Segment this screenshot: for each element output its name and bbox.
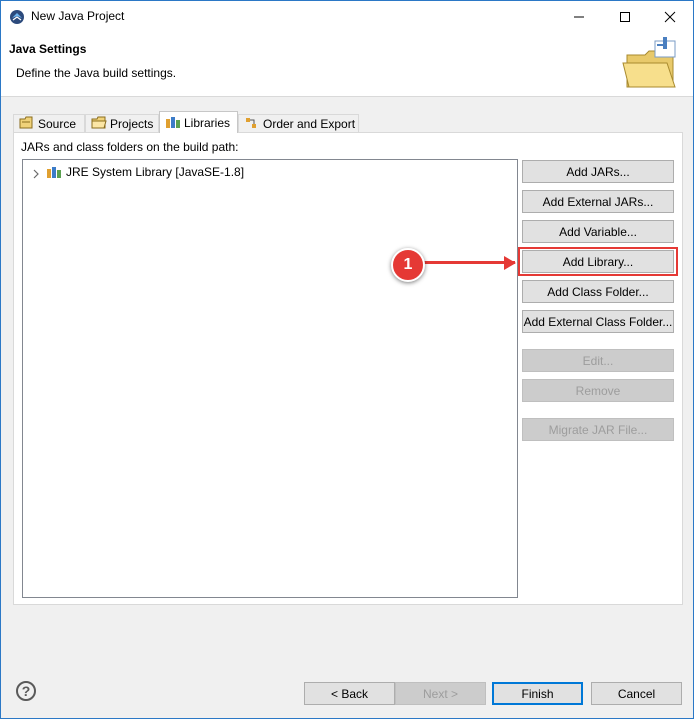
source-folder-icon — [19, 116, 35, 130]
page-description: Define the Java build settings. — [16, 66, 177, 80]
maximize-icon — [620, 12, 630, 22]
wizard-header: Java Settings Define the Java build sett… — [1, 32, 693, 97]
finish-button[interactable]: Finish — [492, 682, 583, 705]
add-class-folder-button[interactable]: Add Class Folder... — [522, 280, 674, 303]
add-external-jars-button[interactable]: Add External JARs... — [522, 190, 674, 213]
tab-order-and-export[interactable]: Order and Export — [238, 114, 359, 132]
tab-order-and-export-label: Order and Export — [263, 117, 356, 131]
tree-item-label: JRE System Library [JavaSE-1.8] — [66, 165, 245, 179]
tab-source-label: Source — [38, 117, 77, 131]
maximize-button[interactable] — [602, 1, 648, 31]
add-external-class-folder-button[interactable]: Add External Class Folder... — [522, 310, 674, 333]
tab-libraries-label: Libraries — [184, 116, 231, 130]
build-path-label: JARs and class folders on the build path… — [21, 140, 239, 154]
step-badge: 1 — [391, 248, 425, 282]
arrow-right-icon — [504, 256, 516, 270]
libraries-icon — [165, 115, 181, 129]
new-java-project-dialog: New Java Project Java Settings Define th… — [0, 0, 694, 719]
window-title: New Java Project — [31, 9, 125, 23]
minimize-button[interactable] — [556, 1, 602, 31]
page-title: Java Settings — [9, 42, 87, 56]
title-bar: New Java Project — [1, 1, 693, 32]
eclipse-icon — [9, 9, 25, 25]
tab-libraries[interactable]: Libraries — [159, 111, 238, 133]
help-icon[interactable]: ? — [16, 681, 36, 701]
tab-source[interactable]: Source — [13, 114, 85, 132]
edit-button[interactable]: Edit... — [522, 349, 674, 372]
cancel-button[interactable]: Cancel — [591, 682, 682, 705]
projects-folder-icon — [91, 116, 107, 130]
order-export-icon — [244, 116, 260, 130]
tree-item-jre-system-library[interactable]: JRE System Library [JavaSE-1.8] — [29, 164, 429, 182]
tab-projects[interactable]: Projects — [85, 114, 159, 132]
callout-arrow-line — [415, 261, 515, 264]
next-button[interactable]: Next > — [395, 682, 486, 705]
add-variable-button[interactable]: Add Variable... — [522, 220, 674, 243]
tab-projects-label: Projects — [110, 117, 154, 131]
back-button[interactable]: < Back — [304, 682, 395, 705]
close-icon — [664, 11, 676, 23]
close-button[interactable] — [647, 1, 693, 31]
chevron-right-icon[interactable] — [32, 168, 40, 182]
add-library-highlight — [518, 247, 678, 276]
library-icon — [46, 165, 62, 182]
java-project-folder-icon — [621, 37, 681, 92]
migrate-jar-file-button[interactable]: Migrate JAR File... — [522, 418, 674, 441]
minimize-icon — [574, 16, 584, 18]
remove-button[interactable]: Remove — [522, 379, 674, 402]
build-path-tree[interactable]: JRE System Library [JavaSE-1.8] — [22, 159, 518, 598]
add-jars-button[interactable]: Add JARs... — [522, 160, 674, 183]
